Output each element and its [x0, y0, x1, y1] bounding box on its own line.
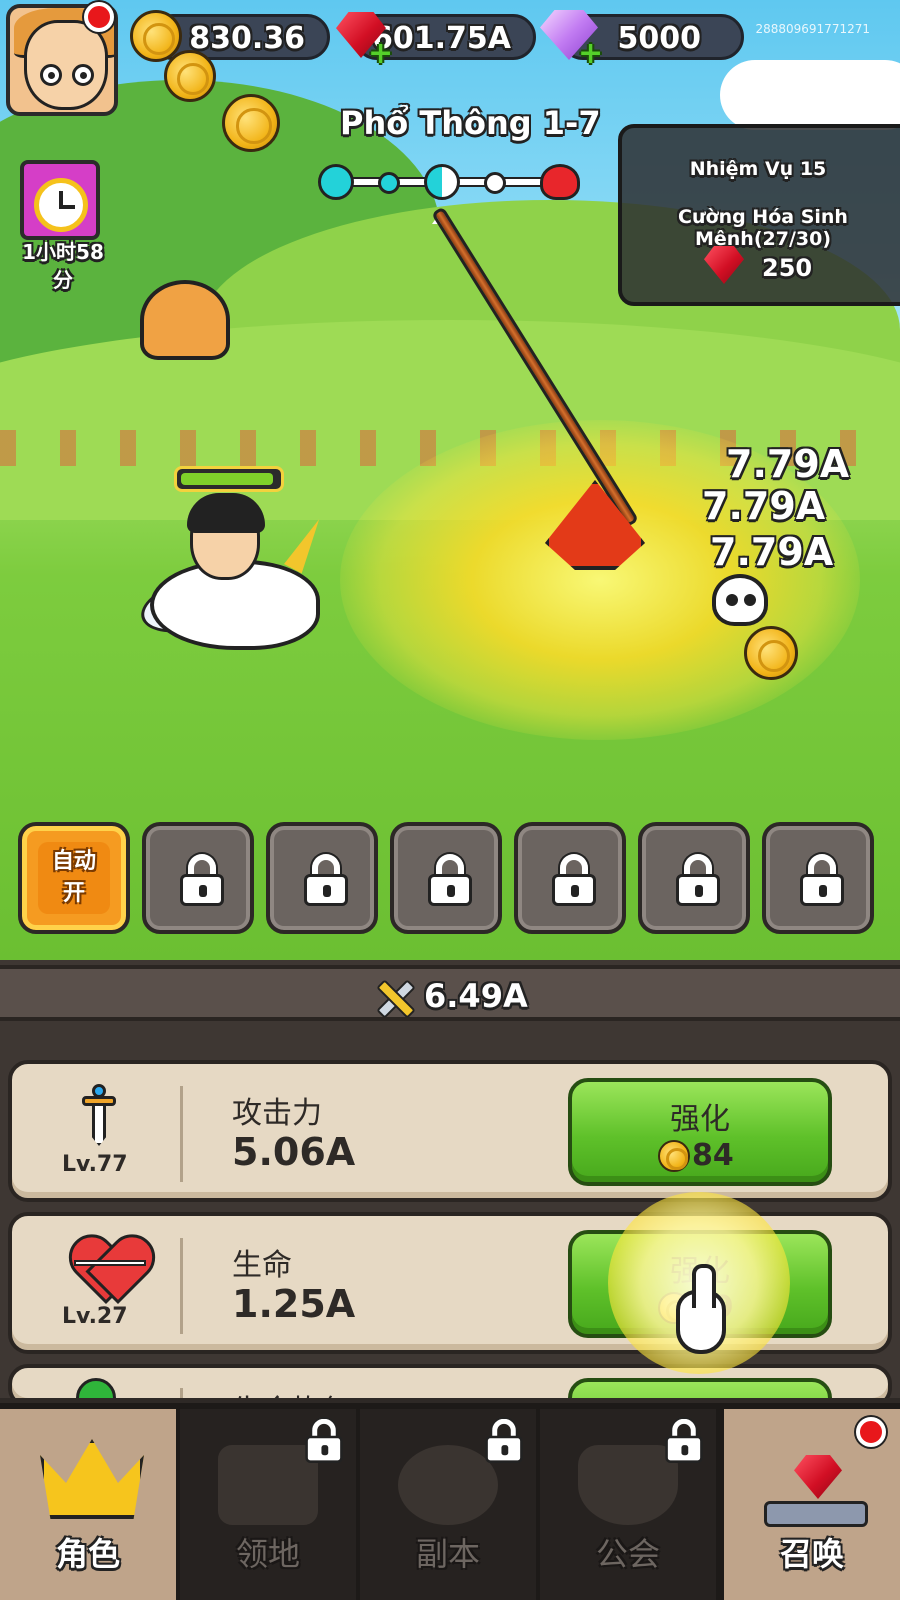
unicorn-horn — [284, 514, 328, 574]
stat-value: 5.06A — [232, 1130, 356, 1174]
gift-timer: 1小时58 分 — [22, 240, 104, 292]
lock-icon — [665, 1418, 703, 1463]
skill-slot-locked[interactable] — [638, 822, 750, 934]
bottom-nav: 角色 领地 副本 公会 召唤 — [0, 1398, 900, 1600]
stat-card-attack: Lv.77 攻击力 5.06A 强化 84 — [8, 1060, 892, 1202]
dropped-coin-icon — [744, 626, 798, 680]
notification-dot — [856, 1417, 886, 1447]
nav-label: 公会 — [595, 1535, 660, 1573]
guild-icon — [578, 1445, 678, 1525]
damage-number: 7.79A — [726, 442, 850, 486]
quest-panel[interactable]: Nhiệm Vụ 15 Cường Hóa Sinh Mệnh(27/30) 2… — [618, 124, 900, 306]
stage-node-done — [318, 164, 354, 200]
stat-card-hp: Lv.27 生命 1.25A 强化 19 — [8, 1212, 892, 1354]
boss-icon — [540, 164, 580, 200]
summon-altar — [764, 1501, 868, 1527]
stat-value: 1.25A — [232, 1282, 356, 1326]
battle-scene: 830.36 601.75A + 5000 + 288809691771271 … — [0, 0, 900, 960]
crossed-swords-icon — [374, 977, 414, 1017]
cloud — [720, 60, 900, 130]
notification-dot — [84, 2, 114, 32]
stage-title: Phổ Thông 1-7 — [340, 104, 601, 142]
gold-coin-icon — [164, 50, 216, 102]
nav-label: 副本 — [415, 1535, 480, 1573]
crown-icon — [40, 1439, 144, 1519]
lock-icon — [304, 854, 348, 906]
mushroom-house-icon — [140, 280, 230, 360]
nav-character[interactable]: 角色 — [0, 1409, 176, 1600]
lock-icon — [800, 854, 844, 906]
skill-slot-locked[interactable] — [390, 822, 502, 934]
lock-icon — [552, 854, 596, 906]
nav-label: 召唤 — [779, 1535, 844, 1573]
stage-node-current — [424, 164, 460, 200]
skill-bar: 自动 开 — [0, 822, 900, 940]
nav-label: 领地 — [235, 1535, 300, 1573]
upgrade-attack-button[interactable]: 强化 84 — [568, 1078, 832, 1186]
heart-icon — [74, 1238, 144, 1298]
clock-icon — [34, 178, 88, 232]
combat-power-value: 6.49A — [424, 977, 528, 1015]
skill-slot-locked[interactable] — [762, 822, 874, 934]
nav-label: 角色 — [55, 1535, 120, 1573]
sword-icon — [82, 1084, 116, 1148]
skill-slot-locked[interactable] — [142, 822, 254, 934]
skill-slot-locked[interactable] — [266, 822, 378, 934]
gold-coin-icon — [658, 1140, 690, 1172]
lock-icon — [676, 854, 720, 906]
skull-icon — [712, 574, 768, 626]
add-diamond-icon[interactable]: + — [578, 36, 603, 71]
stat-level: Lv.77 — [62, 1152, 128, 1177]
combat-power-bar: 6.49A — [0, 965, 900, 1021]
add-ruby-icon[interactable]: + — [368, 36, 393, 71]
ruby-icon — [704, 246, 744, 284]
stat-level: Lv.27 — [62, 1304, 128, 1329]
quest-title: Nhiệm Vụ 15 — [689, 158, 827, 180]
damage-number: 7.79A — [710, 530, 834, 574]
stage-node — [484, 172, 506, 194]
quest-task: Cường Hóa Sinh Mệnh(27/30) — [678, 206, 848, 250]
hero-character — [187, 493, 265, 580]
lock-icon — [428, 854, 472, 906]
summon-icon — [794, 1455, 842, 1499]
diamond-amount: 5000 — [617, 21, 702, 56]
dungeon-icon — [398, 1445, 498, 1525]
lock-icon — [305, 1418, 343, 1463]
lock-icon — [180, 854, 224, 906]
gold-amount: 830.36 — [189, 21, 305, 56]
upgrade-label: 强化 — [670, 1102, 730, 1137]
lock-icon — [485, 1418, 523, 1463]
nav-territory[interactable]: 领地 — [180, 1409, 356, 1600]
heartbeat-line — [74, 1260, 146, 1266]
timed-gift-button[interactable] — [20, 160, 100, 240]
stage-node-done — [378, 172, 400, 194]
auto-battle-toggle[interactable]: 自动 开 — [18, 822, 130, 934]
damage-number: 7.79A — [702, 484, 826, 528]
pointing-hand-icon — [676, 1264, 726, 1354]
upgrade-cost: 84 — [692, 1138, 734, 1173]
stat-name: 攻击力 — [232, 1096, 322, 1131]
skill-slot-locked[interactable] — [514, 822, 626, 934]
nav-guild[interactable]: 公会 — [540, 1409, 716, 1600]
player-hp-bar — [174, 466, 284, 492]
nav-dungeon[interactable]: 副本 — [360, 1409, 536, 1600]
player-uid: 288809691771271 — [755, 22, 870, 36]
auto-battle-label: 自动 开 — [38, 842, 110, 914]
gold-coin-icon — [222, 94, 280, 152]
avatar-face — [24, 20, 108, 110]
territory-icon — [218, 1445, 318, 1525]
stat-name: 生命 — [232, 1248, 292, 1283]
quest-reward: 250 — [762, 254, 813, 282]
